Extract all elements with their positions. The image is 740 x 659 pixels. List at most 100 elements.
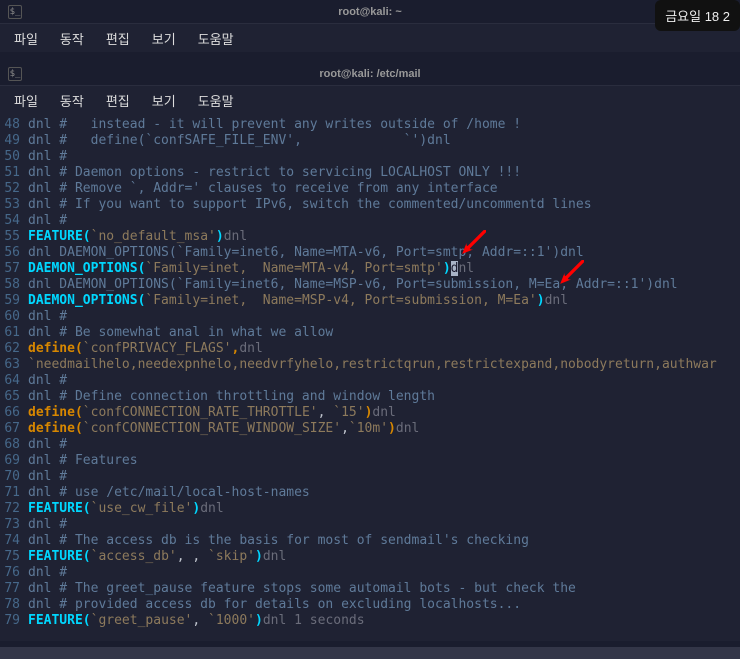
code-content[interactable]: dnl # (28, 213, 740, 229)
code-line[interactable]: 77dnl # The greet_pause feature stops so… (0, 581, 740, 597)
line-number: 49 (0, 133, 28, 149)
window2-titlebar: $_ root@kali: /etc/mail (0, 62, 740, 86)
menu-action[interactable]: 동작 (50, 25, 94, 52)
code-line[interactable]: 75FEATURE(`access_db', , `skip')dnl (0, 549, 740, 565)
code-line[interactable]: 63`needmailhelo,needexpnhelo,needvrfyhel… (0, 357, 740, 373)
code-content[interactable]: dnl # (28, 309, 740, 325)
code-content[interactable]: dnl # provided access db for details on … (28, 597, 740, 613)
code-content[interactable]: dnl # (28, 517, 740, 533)
code-content[interactable]: dnl # use /etc/mail/local-host-names (28, 485, 740, 501)
window2-menubar: 파일 동작 편집 보기 도움말 (0, 86, 740, 114)
terminal-icon: $_ (8, 67, 22, 81)
status-bar (0, 647, 740, 659)
code-line[interactable]: 71dnl # use /etc/mail/local-host-names (0, 485, 740, 501)
menu-file[interactable]: 파일 (4, 25, 48, 52)
line-number: 74 (0, 533, 28, 549)
code-editor[interactable]: 48dnl # instead - it will prevent any wr… (0, 114, 740, 641)
code-content[interactable]: FEATURE(`no_default_msa')dnl (28, 229, 740, 245)
code-line[interactable]: 79FEATURE(`greet_pause', `1000')dnl 1 se… (0, 613, 740, 629)
menu-action[interactable]: 동작 (50, 87, 94, 114)
code-line[interactable]: 55FEATURE(`no_default_msa')dnl (0, 229, 740, 245)
line-number: 73 (0, 517, 28, 533)
code-line[interactable]: 49dnl # define(`confSAFE_FILE_ENV', `')d… (0, 133, 740, 149)
code-line[interactable]: 59DAEMON_OPTIONS(`Family=inet, Name=MSP-… (0, 293, 740, 309)
code-line[interactable]: 68dnl # (0, 437, 740, 453)
code-content[interactable]: DAEMON_OPTIONS(`Family=inet, Name=MTA-v4… (28, 261, 740, 277)
code-content[interactable]: dnl # Define connection throttling and w… (28, 389, 740, 405)
code-line[interactable]: 65dnl # Define connection throttling and… (0, 389, 740, 405)
line-number: 55 (0, 229, 28, 245)
code-content[interactable]: dnl # define(`confSAFE_FILE_ENV', `')dnl (28, 133, 740, 149)
code-line[interactable]: 62define(`confPRIVACY_FLAGS',dnl (0, 341, 740, 357)
menu-file[interactable]: 파일 (4, 87, 48, 114)
code-line[interactable]: 72FEATURE(`use_cw_file')dnl (0, 501, 740, 517)
code-content[interactable]: FEATURE(`use_cw_file')dnl (28, 501, 740, 517)
code-content[interactable]: dnl # The greet_pause feature stops some… (28, 581, 740, 597)
code-content[interactable]: dnl DAEMON_OPTIONS(`Family=inet6, Name=M… (28, 245, 740, 261)
code-line[interactable]: 74dnl # The access db is the basis for m… (0, 533, 740, 549)
code-content[interactable]: `needmailhelo,needexpnhelo,needvrfyhelo,… (28, 357, 740, 373)
menu-view[interactable]: 보기 (142, 25, 186, 52)
code-line[interactable]: 61dnl # Be somewhat anal in what we allo… (0, 325, 740, 341)
code-line[interactable]: 53dnl # If you want to support IPv6, swi… (0, 197, 740, 213)
line-number: 51 (0, 165, 28, 181)
code-content[interactable]: DAEMON_OPTIONS(`Family=inet, Name=MSP-v4… (28, 293, 740, 309)
menu-help[interactable]: 도움말 (188, 25, 244, 52)
code-line[interactable]: 48dnl # instead - it will prevent any wr… (0, 117, 740, 133)
code-line[interactable]: 60dnl # (0, 309, 740, 325)
line-number: 69 (0, 453, 28, 469)
line-number: 77 (0, 581, 28, 597)
code-line[interactable]: 56dnl DAEMON_OPTIONS(`Family=inet6, Name… (0, 245, 740, 261)
window1-title: root@kali: ~ (338, 6, 402, 18)
code-content[interactable]: define(`confCONNECTION_RATE_THROTTLE', `… (28, 405, 740, 421)
line-number: 64 (0, 373, 28, 389)
code-line[interactable]: 69dnl # Features (0, 453, 740, 469)
line-number: 79 (0, 613, 28, 629)
code-line[interactable]: 76dnl # (0, 565, 740, 581)
menu-edit[interactable]: 편집 (96, 87, 140, 114)
code-line[interactable]: 67define(`confCONNECTION_RATE_WINDOW_SIZ… (0, 421, 740, 437)
code-line[interactable]: 50dnl # (0, 149, 740, 165)
code-content[interactable]: dnl # The access db is the basis for mos… (28, 533, 740, 549)
line-number: 67 (0, 421, 28, 437)
code-content[interactable]: dnl # Daemon options - restrict to servi… (28, 165, 740, 181)
code-content[interactable]: dnl # (28, 437, 740, 453)
line-number: 75 (0, 549, 28, 565)
code-content[interactable]: define(`confPRIVACY_FLAGS',dnl (28, 341, 740, 357)
menu-edit[interactable]: 편집 (96, 25, 140, 52)
line-number: 52 (0, 181, 28, 197)
code-content[interactable]: dnl # Features (28, 453, 740, 469)
line-number: 59 (0, 293, 28, 309)
line-number: 60 (0, 309, 28, 325)
line-number: 78 (0, 597, 28, 613)
code-line[interactable]: 78dnl # provided access db for details o… (0, 597, 740, 613)
code-content[interactable]: dnl # If you want to support IPv6, switc… (28, 197, 740, 213)
code-content[interactable]: dnl DAEMON_OPTIONS(`Family=inet6, Name=M… (28, 277, 740, 293)
code-content[interactable]: dnl # (28, 373, 740, 389)
code-content[interactable]: dnl # (28, 149, 740, 165)
code-line[interactable]: 57DAEMON_OPTIONS(`Family=inet, Name=MTA-… (0, 261, 740, 277)
code-line[interactable]: 73dnl # (0, 517, 740, 533)
code-line[interactable]: 51dnl # Daemon options - restrict to ser… (0, 165, 740, 181)
code-content[interactable]: FEATURE(`greet_pause', `1000')dnl 1 seco… (28, 613, 740, 629)
menu-help[interactable]: 도움말 (188, 87, 244, 114)
code-content[interactable]: FEATURE(`access_db', , `skip')dnl (28, 549, 740, 565)
code-line[interactable]: 64dnl # (0, 373, 740, 389)
code-line[interactable]: 70dnl # (0, 469, 740, 485)
code-line[interactable]: 54dnl # (0, 213, 740, 229)
code-line[interactable]: 52dnl # Remove `, Addr=' clauses to rece… (0, 181, 740, 197)
code-line[interactable]: 58dnl DAEMON_OPTIONS(`Family=inet6, Name… (0, 277, 740, 293)
window1-menubar: 파일 동작 편집 보기 도움말 (0, 24, 740, 52)
code-content[interactable]: define(`confCONNECTION_RATE_WINDOW_SIZE'… (28, 421, 740, 437)
line-number: 68 (0, 437, 28, 453)
window1-titlebar: $_ root@kali: ~ (0, 0, 740, 24)
line-number: 56 (0, 245, 28, 261)
code-line[interactable]: 66define(`confCONNECTION_RATE_THROTTLE',… (0, 405, 740, 421)
code-content[interactable]: dnl # instead - it will prevent any writ… (28, 117, 740, 133)
code-content[interactable]: dnl # Be somewhat anal in what we allow (28, 325, 740, 341)
menu-view[interactable]: 보기 (142, 87, 186, 114)
line-number: 57 (0, 261, 28, 277)
code-content[interactable]: dnl # Remove `, Addr=' clauses to receiv… (28, 181, 740, 197)
code-content[interactable]: dnl # (28, 565, 740, 581)
code-content[interactable]: dnl # (28, 469, 740, 485)
